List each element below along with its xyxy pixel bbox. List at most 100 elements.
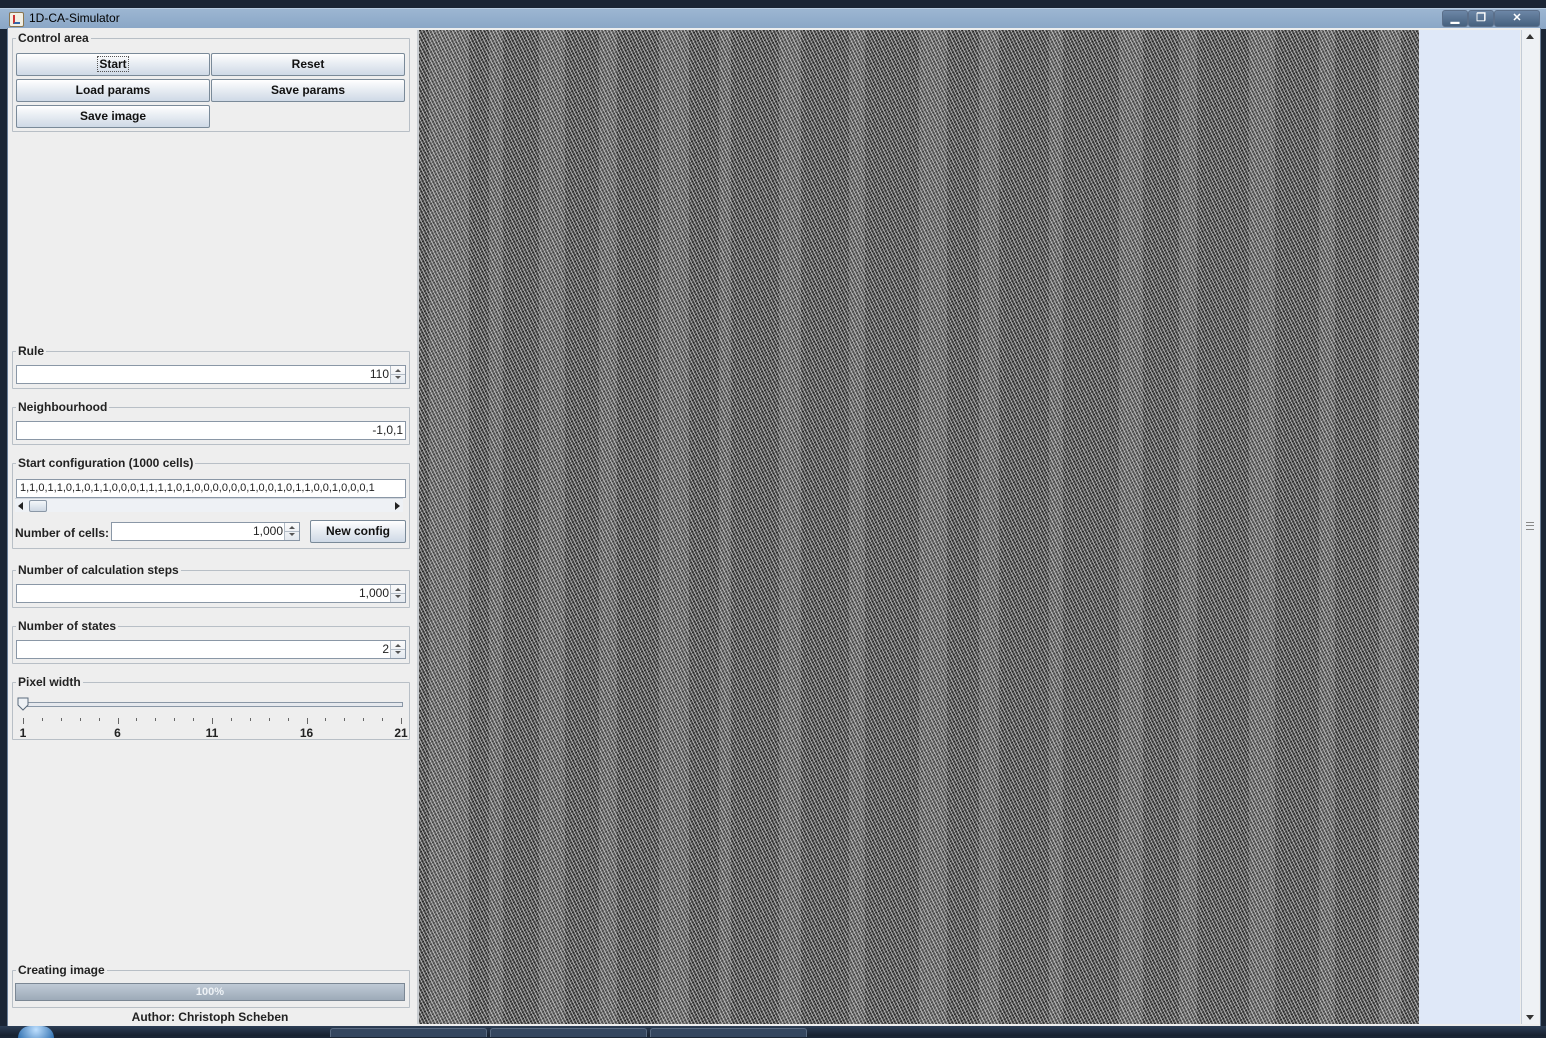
window-title: 1D-CA-Simulator [29,11,120,25]
steps-spinner-arrows[interactable] [390,585,405,602]
tick-label: 11 [205,726,219,740]
ca-pattern-band [489,30,503,1024]
java-app-icon [9,12,24,27]
pixel-width-ticks [21,718,402,724]
slider-tick [363,718,365,721]
spinner-up-icon[interactable] [395,588,401,591]
rule-spinner-arrows[interactable] [390,366,405,383]
creating-image-legend: Creating image [16,963,107,977]
slider-tick [98,718,100,721]
slider-tick [41,718,43,721]
spinner-down-icon[interactable] [395,595,401,598]
slider-tick [287,718,289,721]
number-of-cells-value: 1,000 [252,524,283,538]
scroll-left-icon[interactable] [18,502,23,510]
ca-pattern-band [779,30,801,1024]
calculation-steps-spinner[interactable]: 1,000 [16,584,406,603]
spinner-down-icon[interactable] [395,651,401,654]
rule-group: Rule 110 [12,344,410,389]
slider-tick [230,718,232,721]
pixel-width-legend: Pixel width [16,675,83,689]
ca-pattern-band [719,30,731,1024]
slider-tick [193,718,195,721]
slider-tick [268,718,270,721]
slider-tick [401,718,402,724]
scroll-down-icon[interactable] [1526,1015,1534,1020]
author-label: Author: Christoph Scheben [131,1010,289,1024]
creating-image-progress-bar: 100% [15,983,405,1001]
neighbourhood-legend: Neighbourhood [16,400,110,414]
maximize-button[interactable]: ❐ [1468,10,1494,27]
ca-pattern-band [539,30,565,1024]
slider-tick [174,718,176,721]
load-params-button[interactable]: Load params [16,79,210,102]
ca-pattern-band [429,30,469,1024]
pixel-width-slider-track[interactable] [23,702,403,707]
rule-legend: Rule [16,344,47,358]
slider-tick [155,718,157,721]
number-of-cells-spinner[interactable]: 1,000 [111,522,300,541]
cells-spinner-arrows[interactable] [284,523,299,540]
states-value: 2 [382,642,389,656]
creating-image-group: Creating image 100% [12,963,410,1008]
scroll-up-icon[interactable] [1526,34,1534,39]
ca-pattern-band [1379,30,1401,1024]
slider-tick [325,718,327,721]
ca-pattern-band [659,30,689,1024]
ca-pattern-band [979,30,999,1024]
rule-value: 110 [369,367,389,381]
start-button[interactable]: Start [16,53,210,76]
start-configuration-group: Start configuration (1000 cells) 1,1,0,1… [12,456,410,549]
neighbourhood-input[interactable]: -1,0,1 [16,421,406,440]
slider-tick [117,718,119,724]
ca-pattern-band [1249,30,1275,1024]
save-image-button[interactable]: Save image [16,105,210,128]
control-area-legend: Control area [16,31,91,45]
start-orb-icon[interactable] [18,1026,54,1038]
pixel-width-group: Pixel width 1 6 11 16 21 [12,675,410,740]
states-spinner[interactable]: 2 [16,640,406,659]
slider-tick [212,718,213,724]
close-button[interactable]: ✕ [1494,10,1540,27]
control-area-group: Control area Start Reset Load params Sav… [12,31,410,132]
scroll-right-icon[interactable] [395,502,400,510]
image-background-area [1419,30,1520,1024]
tick-label: 21 [394,726,408,740]
minimize-button[interactable]: ▁ [1442,10,1468,27]
scroll-grip-icon[interactable] [1526,522,1534,530]
neighbourhood-group: Neighbourhood -1,0,1 [12,400,410,445]
states-legend: Number of states [16,619,119,633]
states-spinner-arrows[interactable] [390,641,405,658]
calculation-steps-group: Number of calculation steps 1,000 [12,563,410,608]
start-configuration-input[interactable]: 1,1,0,1,1,0,1,0,1,1,0,0,0,1,1,1,1,0,1,0,… [16,479,406,498]
ca-pattern-band [1049,30,1063,1024]
reset-button[interactable]: Reset [211,53,405,76]
scroll-thumb[interactable] [29,500,47,512]
new-config-button[interactable]: New config [310,520,406,543]
main-window: Control area Start Reset Load params Sav… [7,28,1541,1026]
spinner-up-icon[interactable] [289,526,295,529]
tick-label: 6 [114,726,121,740]
taskbar [0,1026,1546,1038]
vertical-scrollbar[interactable] [1521,30,1539,1024]
start-configuration-legend: Start configuration (1000 cells) [16,456,196,470]
slider-tick [23,718,24,724]
start-configuration-scrollbar[interactable] [15,498,403,512]
calculation-steps-legend: Number of calculation steps [16,563,181,577]
ca-pattern-band [1179,30,1197,1024]
spinner-down-icon[interactable] [395,376,401,379]
tick-label: 16 [299,726,314,740]
pixel-width-slider-thumb[interactable] [17,697,29,711]
spinner-up-icon[interactable] [395,369,401,372]
spinner-up-icon[interactable] [395,644,401,647]
calculation-steps-value: 1,000 [358,586,389,600]
spinner-down-icon[interactable] [289,533,295,536]
start-button-label: Start [97,56,129,72]
progress-text: 100% [195,986,225,998]
ca-pattern-band [1119,30,1143,1024]
tick-label: 1 [19,726,27,740]
slider-tick [79,718,81,721]
title-bar: 1D-CA-Simulator ▁ ❐ ✕ [0,8,1546,29]
rule-spinner[interactable]: 110 [16,365,406,384]
save-params-button[interactable]: Save params [211,79,405,102]
